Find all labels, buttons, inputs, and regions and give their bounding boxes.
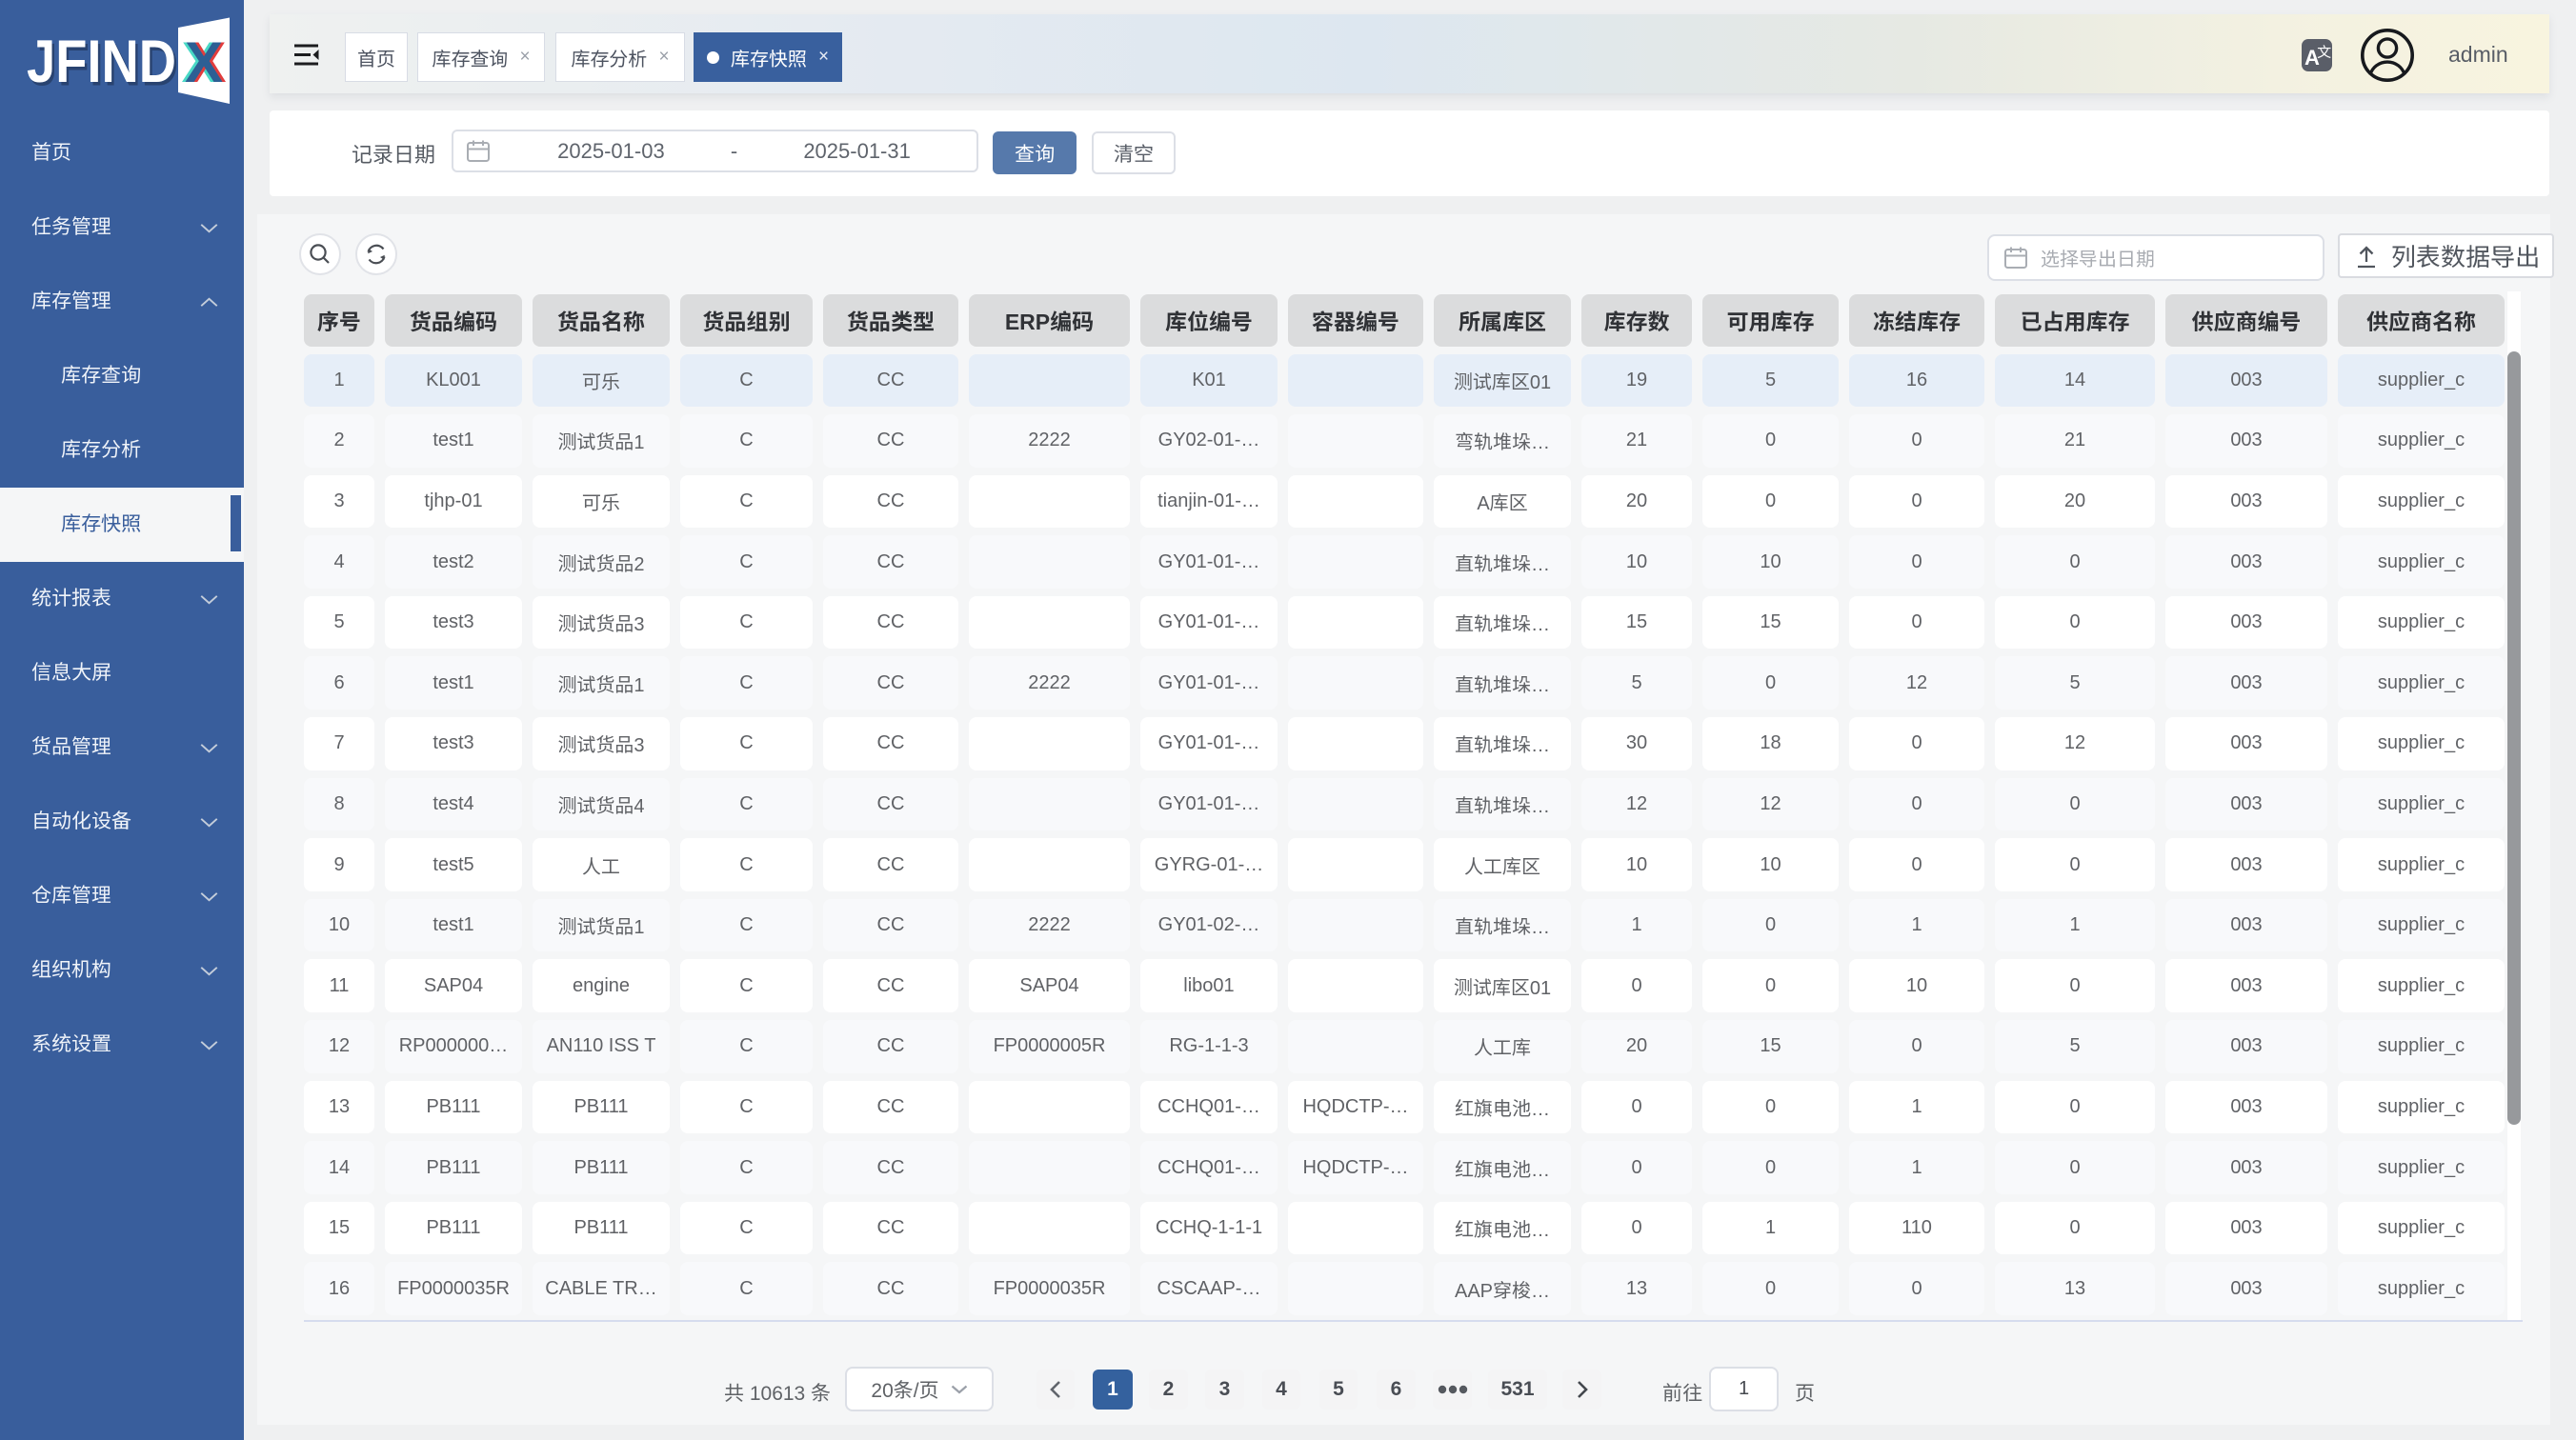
svg-text:JFIND: JFIND (27, 29, 176, 95)
svg-text:X: X (185, 30, 223, 94)
